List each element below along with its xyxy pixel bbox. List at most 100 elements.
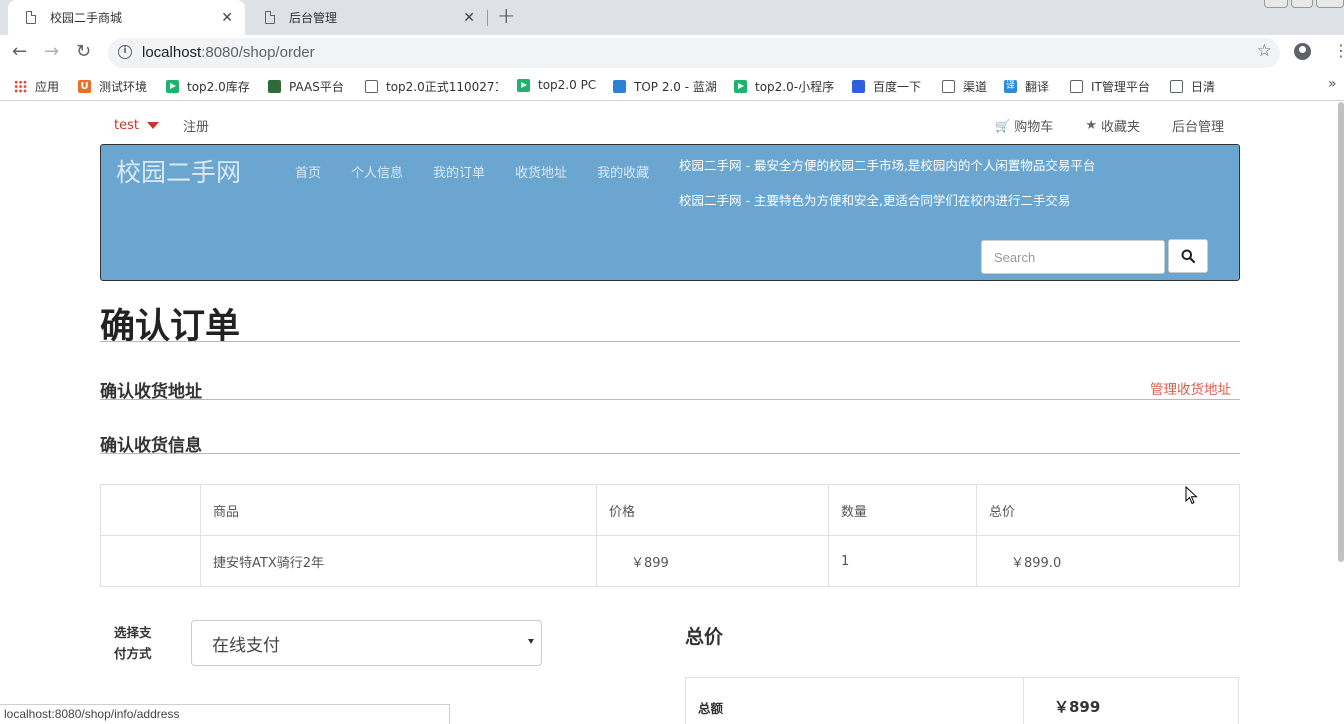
nav-profile[interactable]: 个人信息 xyxy=(351,162,403,181)
bookmark-star-icon[interactable]: ☆ xyxy=(1257,41,1272,61)
reload-icon[interactable]: ↻ xyxy=(76,41,91,62)
scrollbar-thumb[interactable] xyxy=(1338,102,1344,562)
bookmark-test-env[interactable]: U 测试环境 xyxy=(78,78,147,95)
bookmarks-bar: 应用 U 测试环境 top2.0库存 PAAS平台 top2.0正式110027… xyxy=(0,71,1344,101)
bookmark-top-pc[interactable]: top2.0 PC xyxy=(517,78,596,92)
back-arrow-icon[interactable]: ← xyxy=(12,41,27,62)
search-button[interactable] xyxy=(1168,239,1208,273)
paas-icon xyxy=(268,80,281,93)
baidu-paw-icon xyxy=(852,80,865,93)
total-label: 总额 xyxy=(686,678,1024,724)
nav-my-orders[interactable]: 我的订单 xyxy=(433,162,485,181)
cart-link[interactable]: 🛒 购物车 xyxy=(995,116,1053,136)
bookmark-top-stock[interactable]: top2.0库存 xyxy=(166,78,250,95)
tab-title: 后台管理 xyxy=(289,11,338,25)
price-cell: ￥899 xyxy=(596,535,829,587)
bookmark-paas[interactable]: PAAS平台 xyxy=(268,78,344,95)
menu-kebab-icon[interactable]: ⋮ xyxy=(1333,41,1344,60)
main-nav: 首页 个人信息 我的订单 收货地址 我的收藏 xyxy=(295,162,649,181)
doc-icon xyxy=(942,80,955,93)
user-menu[interactable]: test xyxy=(114,118,159,133)
chevron-down-icon xyxy=(528,639,534,644)
address-bar[interactable]: i localhost:8080/shop/order ☆ xyxy=(108,38,1280,68)
quantity-cell: 1 xyxy=(828,535,977,587)
top-nav-left: test 注册 xyxy=(114,116,209,135)
register-link[interactable]: 注册 xyxy=(183,116,209,135)
tab-admin[interactable]: 后台管理 ✕ xyxy=(247,0,487,35)
maximize-button[interactable] xyxy=(1291,0,1313,8)
manage-address-link[interactable]: 管理收货地址 xyxy=(1150,378,1231,398)
apps-icon xyxy=(14,80,27,93)
shopping-cart-icon: 🛒 xyxy=(995,118,1011,133)
table-row: 捷安特ATX骑行2年 ￥899 1 ￥899.0 xyxy=(100,535,1240,587)
bookmark-apps[interactable]: 应用 xyxy=(14,78,59,95)
bookmark-miniprogram[interactable]: top2.0-小程序 xyxy=(734,78,834,95)
translate-icon: 译 xyxy=(1004,80,1017,93)
top-nav-right: 🛒 购物车 ★ 收藏夹 后台管理 xyxy=(995,116,1224,135)
lanhu-icon xyxy=(613,80,626,93)
payment-method-label: 选择支付方式 xyxy=(114,625,152,661)
search-input[interactable] xyxy=(981,240,1165,274)
nav-home[interactable]: 首页 xyxy=(295,162,321,181)
page-icon xyxy=(26,11,36,24)
column-header: 总价 xyxy=(976,484,1240,536)
product-name-cell: 捷安特ATX骑行2年 xyxy=(200,535,597,587)
link-status-bar: localhost:8080/shop/info/address xyxy=(0,704,450,724)
window-close-button[interactable] xyxy=(1316,0,1344,8)
browser-tabstrip: 校园二手商城 ✕ 后台管理 ✕ + xyxy=(0,0,1344,35)
play-icon xyxy=(166,80,179,93)
favorites-link[interactable]: ★ 收藏夹 xyxy=(1085,116,1140,135)
bookmark-channel[interactable]: 渠道 xyxy=(942,78,987,95)
order-items-table: 商品 价格 数量 总价 捷安特ATX骑行2年 ￥899 1 ￥899.0 xyxy=(100,484,1240,587)
slogan-line-1: 校园二手网 - 最安全方便的校园二手市场,是校园内的个人闲置物品交易平台 xyxy=(679,158,1096,173)
bookmark-translate[interactable]: 译 翻译 xyxy=(1004,78,1049,95)
divider xyxy=(100,341,1240,342)
divider xyxy=(100,453,1240,454)
close-icon[interactable]: ✕ xyxy=(463,10,475,26)
nav-address[interactable]: 收货地址 xyxy=(515,162,567,181)
table-header-row: 商品 价格 数量 总价 xyxy=(100,484,1240,536)
tab-shop[interactable]: 校园二手商城 ✕ xyxy=(8,0,245,35)
total-table: 总额 ￥899 xyxy=(685,677,1239,724)
mouse-pointer-icon xyxy=(1185,486,1198,505)
column-header: 价格 xyxy=(596,484,829,536)
subtotal-cell: ￥899.0 xyxy=(976,535,1240,587)
bookmark-top-prod[interactable]: top2.0正式1100271 xyxy=(365,78,498,95)
payment-method-select[interactable]: 在线支付 xyxy=(191,620,542,666)
bookmark-baidu[interactable]: 百度一下 xyxy=(852,78,921,95)
star-icon: ★ xyxy=(1085,118,1097,133)
nav-favorites[interactable]: 我的收藏 xyxy=(597,162,649,181)
browser-toolbar: ← → ↻ i localhost:8080/shop/order ☆ ⋮ xyxy=(0,35,1344,71)
play-icon xyxy=(734,80,747,93)
search-icon xyxy=(1181,249,1195,263)
divider xyxy=(100,399,1240,400)
bookmark-it-platform[interactable]: IT管理平台 xyxy=(1070,78,1150,95)
tab-divider xyxy=(487,10,488,26)
tab-title: 校园二手商城 xyxy=(50,11,123,25)
bookmark-lanhu[interactable]: TOP 2.0 - 蓝湖 xyxy=(613,78,717,95)
doc-icon xyxy=(365,80,378,93)
site-brand[interactable]: 校园二手网 xyxy=(116,153,241,189)
total-heading: 总价 xyxy=(685,626,724,648)
total-value: ￥899 xyxy=(1054,698,1101,716)
url-text[interactable]: localhost:8080/shop/order xyxy=(142,44,315,61)
new-tab-icon[interactable]: + xyxy=(497,4,515,29)
table-cell xyxy=(100,535,201,587)
close-icon[interactable]: ✕ xyxy=(221,10,233,26)
page-scrollbar[interactable] xyxy=(1338,102,1344,724)
profile-icon[interactable] xyxy=(1294,43,1311,60)
play-icon xyxy=(517,78,530,92)
chevron-double-right-icon[interactable]: » xyxy=(1328,76,1337,92)
caret-down-icon xyxy=(146,122,159,129)
bookmark-riqing[interactable]: 日清 xyxy=(1170,78,1215,95)
site-header-banner: 校园二手网 首页 个人信息 我的订单 收货地址 我的收藏 校园二手网 - 最安全… xyxy=(100,144,1240,281)
slogan-line-2: 校园二手网 - 主要特色为方便和安全,更适合同学们在校内进行二手交易 xyxy=(679,193,1071,208)
admin-link[interactable]: 后台管理 xyxy=(1172,116,1224,135)
u-logo-icon: U xyxy=(78,80,91,93)
column-header: 数量 xyxy=(828,484,977,536)
forward-arrow-icon[interactable]: → xyxy=(44,41,59,62)
doc-icon xyxy=(1170,80,1183,93)
info-icon[interactable]: i xyxy=(118,45,132,59)
minimize-button[interactable] xyxy=(1264,0,1288,8)
column-header xyxy=(100,484,201,536)
